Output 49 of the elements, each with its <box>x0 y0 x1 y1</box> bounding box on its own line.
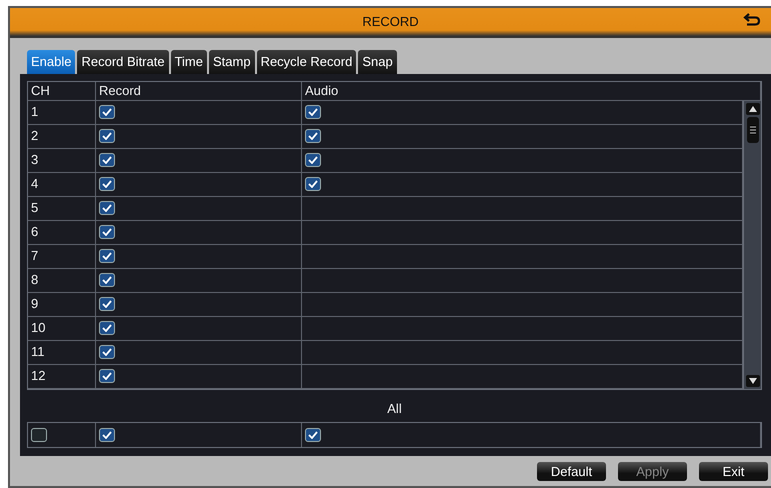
checkbox[interactable] <box>99 105 115 119</box>
button[interactable]: Default <box>537 462 606 481</box>
checkbox[interactable] <box>99 201 115 215</box>
checkbox[interactable] <box>305 105 321 119</box>
column-header: Record <box>96 82 302 100</box>
all-label: All <box>386 400 403 418</box>
tab[interactable]: Snap <box>358 50 397 74</box>
checkbox[interactable] <box>99 369 115 383</box>
checkbox[interactable] <box>99 273 115 287</box>
table-cell: 11 <box>28 340 96 364</box>
table-cell: 7 <box>28 244 96 268</box>
checkbox[interactable] <box>305 428 321 442</box>
checkbox[interactable] <box>305 153 321 167</box>
tab[interactable]: Enable <box>27 50 76 74</box>
table-cell: 12 <box>28 364 96 388</box>
checkbox[interactable] <box>305 177 321 191</box>
tab[interactable]: Time <box>170 50 207 74</box>
checkbox[interactable] <box>99 225 115 239</box>
button[interactable]: Exit <box>699 462 768 481</box>
tab[interactable]: Stamp <box>208 50 255 74</box>
table-cell: 8 <box>28 268 96 292</box>
checkbox[interactable] <box>99 321 115 335</box>
checkbox[interactable] <box>99 249 115 263</box>
checkbox[interactable] <box>99 345 115 359</box>
checkbox[interactable] <box>305 129 321 143</box>
table-cell: 3 <box>28 148 96 172</box>
scroll-up-icon[interactable] <box>746 102 760 114</box>
table-cell: 9 <box>28 292 96 316</box>
checkbox[interactable] <box>99 297 115 311</box>
tab[interactable]: Record Bitrate <box>77 50 169 74</box>
back-icon[interactable] <box>743 13 761 27</box>
table-cell: 6 <box>28 220 96 244</box>
column-header: Audio <box>302 82 761 100</box>
table-cell: 10 <box>28 316 96 340</box>
checkbox[interactable] <box>31 428 47 442</box>
table-cell: 4 <box>28 172 96 196</box>
table-cell: 2 <box>28 124 96 148</box>
checkbox[interactable] <box>99 428 115 442</box>
table-cell: 1 <box>28 100 96 124</box>
checkbox[interactable] <box>99 153 115 167</box>
scrollbar[interactable] <box>743 100 761 388</box>
table-cell: 5 <box>28 196 96 220</box>
tab[interactable]: Recycle Record <box>256 50 356 74</box>
checkbox[interactable] <box>99 177 115 191</box>
window-title: RECORD <box>362 13 419 32</box>
checkbox[interactable] <box>99 129 115 143</box>
column-header: CH <box>28 82 96 100</box>
scroll-down-icon[interactable] <box>746 374 760 386</box>
scroll-thumb[interactable] <box>746 116 758 142</box>
